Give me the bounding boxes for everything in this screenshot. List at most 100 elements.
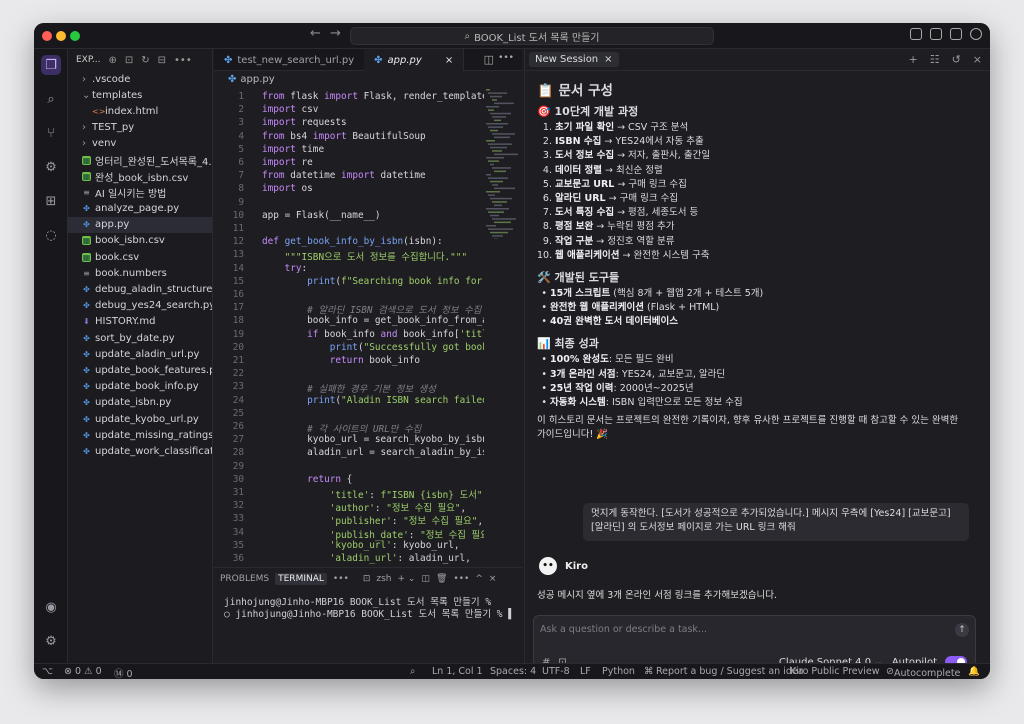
file-item[interactable]: ▦ book.csv	[68, 249, 212, 265]
split-terminal-icon[interactable]: ◫	[421, 574, 430, 584]
list-marker: •	[541, 287, 547, 299]
chevron-icon: ⌄	[82, 89, 91, 101]
autocomplete-status[interactable]: ⊘ Autocomplete	[886, 666, 960, 679]
file-item[interactable]: ✤ update_aladin_url.py	[68, 346, 212, 362]
minimize-window-button[interactable]	[56, 31, 66, 41]
report-bug-link[interactable]: Report a bug / Suggest an idea	[656, 666, 804, 677]
collapse-icon[interactable]: ⊟	[158, 55, 166, 66]
file-item[interactable]: ≡ book.numbers	[68, 265, 212, 281]
breadcrumb[interactable]: ✤ app.py	[214, 71, 522, 87]
debug-icon[interactable]: ⚙	[41, 157, 61, 177]
close-session-icon[interactable]: ×	[604, 54, 612, 65]
file-item[interactable]: ✤ update_book_features.py	[68, 362, 212, 378]
file-item[interactable]: ✤ app.py	[68, 216, 212, 233]
zoom-window-button[interactable]	[70, 31, 80, 41]
file-item[interactable]: ▦ book_isbn.csv	[68, 233, 212, 249]
refresh-icon[interactable]: ↻	[141, 55, 149, 66]
file-item[interactable]: ≡ AI 일시키는 방법	[68, 184, 212, 200]
tab-label: test_new_search_url.py	[237, 54, 355, 66]
file-item[interactable]: ⬇ HISTORY.md	[68, 314, 212, 330]
file-item[interactable]: ✤ sort_by_date.py	[68, 330, 212, 346]
new-file-icon[interactable]: ⊕	[108, 55, 116, 66]
file-item[interactable]: ✤ update_work_classificat...	[68, 443, 212, 459]
new-session-icon[interactable]: +	[908, 53, 917, 66]
folder-item[interactable]: › .vscode	[68, 71, 212, 87]
ports-count[interactable]: ⑭ 0	[114, 666, 133, 679]
search-status-icon[interactable]: ⌕	[410, 666, 415, 677]
file-item[interactable]: ▦ 엉터리_완성된_도서목록_4...	[68, 152, 212, 168]
tab-test-new-search-url[interactable]: ✤ test_new_search_url.py	[214, 49, 364, 71]
code-line: 'publisher': "정보 수집 필요",	[329, 516, 484, 528]
line-number: 14	[232, 262, 244, 274]
close-tab-icon[interactable]: ×	[445, 55, 453, 66]
account-icon[interactable]: ◉	[41, 597, 61, 617]
session-tab[interactable]: New Session ×	[529, 52, 619, 67]
list-marker: •	[541, 382, 547, 394]
file-item[interactable]: ✤ update_kyobo_url.py	[68, 411, 212, 427]
encoding[interactable]: UTF-8	[542, 666, 570, 677]
preview-label[interactable]: Kiro Public Preview	[790, 666, 880, 677]
minimap-line	[494, 187, 515, 190]
file-item[interactable]: ▦ 완성_book_isbn.csv	[68, 168, 212, 184]
close-panel-icon[interactable]: ×	[489, 574, 497, 584]
chat-icon[interactable]	[970, 28, 982, 40]
add-terminal-icon[interactable]: + ⌄	[398, 574, 416, 584]
results-list: • 100% 완성도: 모든 필드 완비 • 3개 온라인 서점: YES24, …	[537, 353, 978, 410]
trash-icon[interactable]: 🗑	[436, 574, 447, 584]
file-item[interactable]: ✤ analyze_page.py	[68, 201, 212, 217]
terminal-shell[interactable]: zsh	[376, 574, 391, 584]
item-bold: 평점 보완	[555, 221, 594, 233]
notifications-bell-icon[interactable]: 🔔	[968, 666, 980, 677]
source-control-icon[interactable]: ⑂	[41, 123, 61, 143]
maximize-panel-icon[interactable]: ^	[475, 574, 483, 584]
minimap-line	[494, 119, 501, 122]
spec-icon[interactable]: ☷	[930, 53, 940, 66]
sidebar-toggle-icon[interactable]	[930, 28, 942, 40]
close-chat-icon[interactable]: ×	[973, 53, 982, 66]
search-icon[interactable]: ⌕	[41, 89, 61, 109]
section-heading: 🛠️ 개발된 도구들	[537, 270, 620, 284]
terminal-more-icon[interactable]: •••	[453, 574, 469, 584]
settings-gear-icon[interactable]: ⚙	[41, 631, 61, 651]
cursor-position[interactable]: Ln 1, Col 1	[432, 666, 483, 677]
new-folder-icon[interactable]: ⊡	[125, 55, 133, 66]
session-label: New Session	[535, 54, 599, 65]
history-icon[interactable]: ↺	[952, 53, 961, 66]
file-item[interactable]: ✤ update_missing_ratings...	[68, 427, 212, 443]
back-arrow-icon[interactable]: ←	[310, 26, 321, 41]
forward-arrow-icon[interactable]: →	[330, 26, 341, 41]
extensions-icon[interactable]: ⊞	[41, 191, 61, 211]
layout-icon[interactable]	[910, 28, 922, 40]
problems-count[interactable]: ⊗ 0 ⚠ 0	[64, 666, 102, 677]
file-item[interactable]: ✤ debug_aladin_structure...	[68, 281, 212, 297]
close-window-button[interactable]	[42, 31, 52, 41]
remote-icon[interactable]: ⌥	[42, 666, 53, 677]
panel-toggle-icon[interactable]	[950, 28, 962, 40]
tab-app-py[interactable]: ✤ app.py ×	[364, 49, 465, 71]
command-search[interactable]: ⌕ BOOK_List 도서 목록 만들기	[350, 27, 714, 45]
indentation[interactable]: Spaces: 4	[490, 666, 536, 677]
item-text: : 2000년~2025년	[613, 382, 694, 394]
minimap-line	[486, 89, 490, 91]
minimap[interactable]	[486, 89, 518, 239]
file-item[interactable]: ✤ debug_yes24_search.py	[68, 298, 212, 314]
file-item[interactable]: <> index.html	[68, 103, 212, 119]
editor-more-icon[interactable]: •••	[498, 53, 514, 63]
folder-item[interactable]: › venv	[68, 136, 212, 152]
folder-item[interactable]: › TEST_py	[68, 120, 212, 136]
code-view[interactable]: 1 from flask import Flask, render_templat…	[214, 89, 484, 565]
kiro-ghost-icon[interactable]: ◌	[41, 225, 61, 245]
panel-more-icon[interactable]: •••	[333, 574, 349, 584]
line-ending[interactable]: LF	[580, 666, 591, 677]
agent-reply: 성공 메시지 옆에 3개 온라인 서점 링크를 추가해보겠습니다.	[537, 590, 777, 601]
split-editor-icon[interactable]: ◫	[484, 53, 494, 66]
language-mode[interactable]: Python	[602, 666, 635, 677]
tab-terminal[interactable]: TERMINAL	[275, 573, 327, 585]
file-item[interactable]: ✤ update_book_info.py	[68, 379, 212, 395]
explorer-icon[interactable]: ❐	[41, 55, 61, 75]
folder-item[interactable]: ⌄ templates	[68, 87, 212, 103]
send-icon[interactable]: ↑	[955, 623, 969, 637]
more-icon[interactable]: •••	[174, 55, 192, 66]
tab-problems[interactable]: PROBLEMS	[220, 574, 269, 584]
file-item[interactable]: ✤ update_isbn.py	[68, 395, 212, 411]
